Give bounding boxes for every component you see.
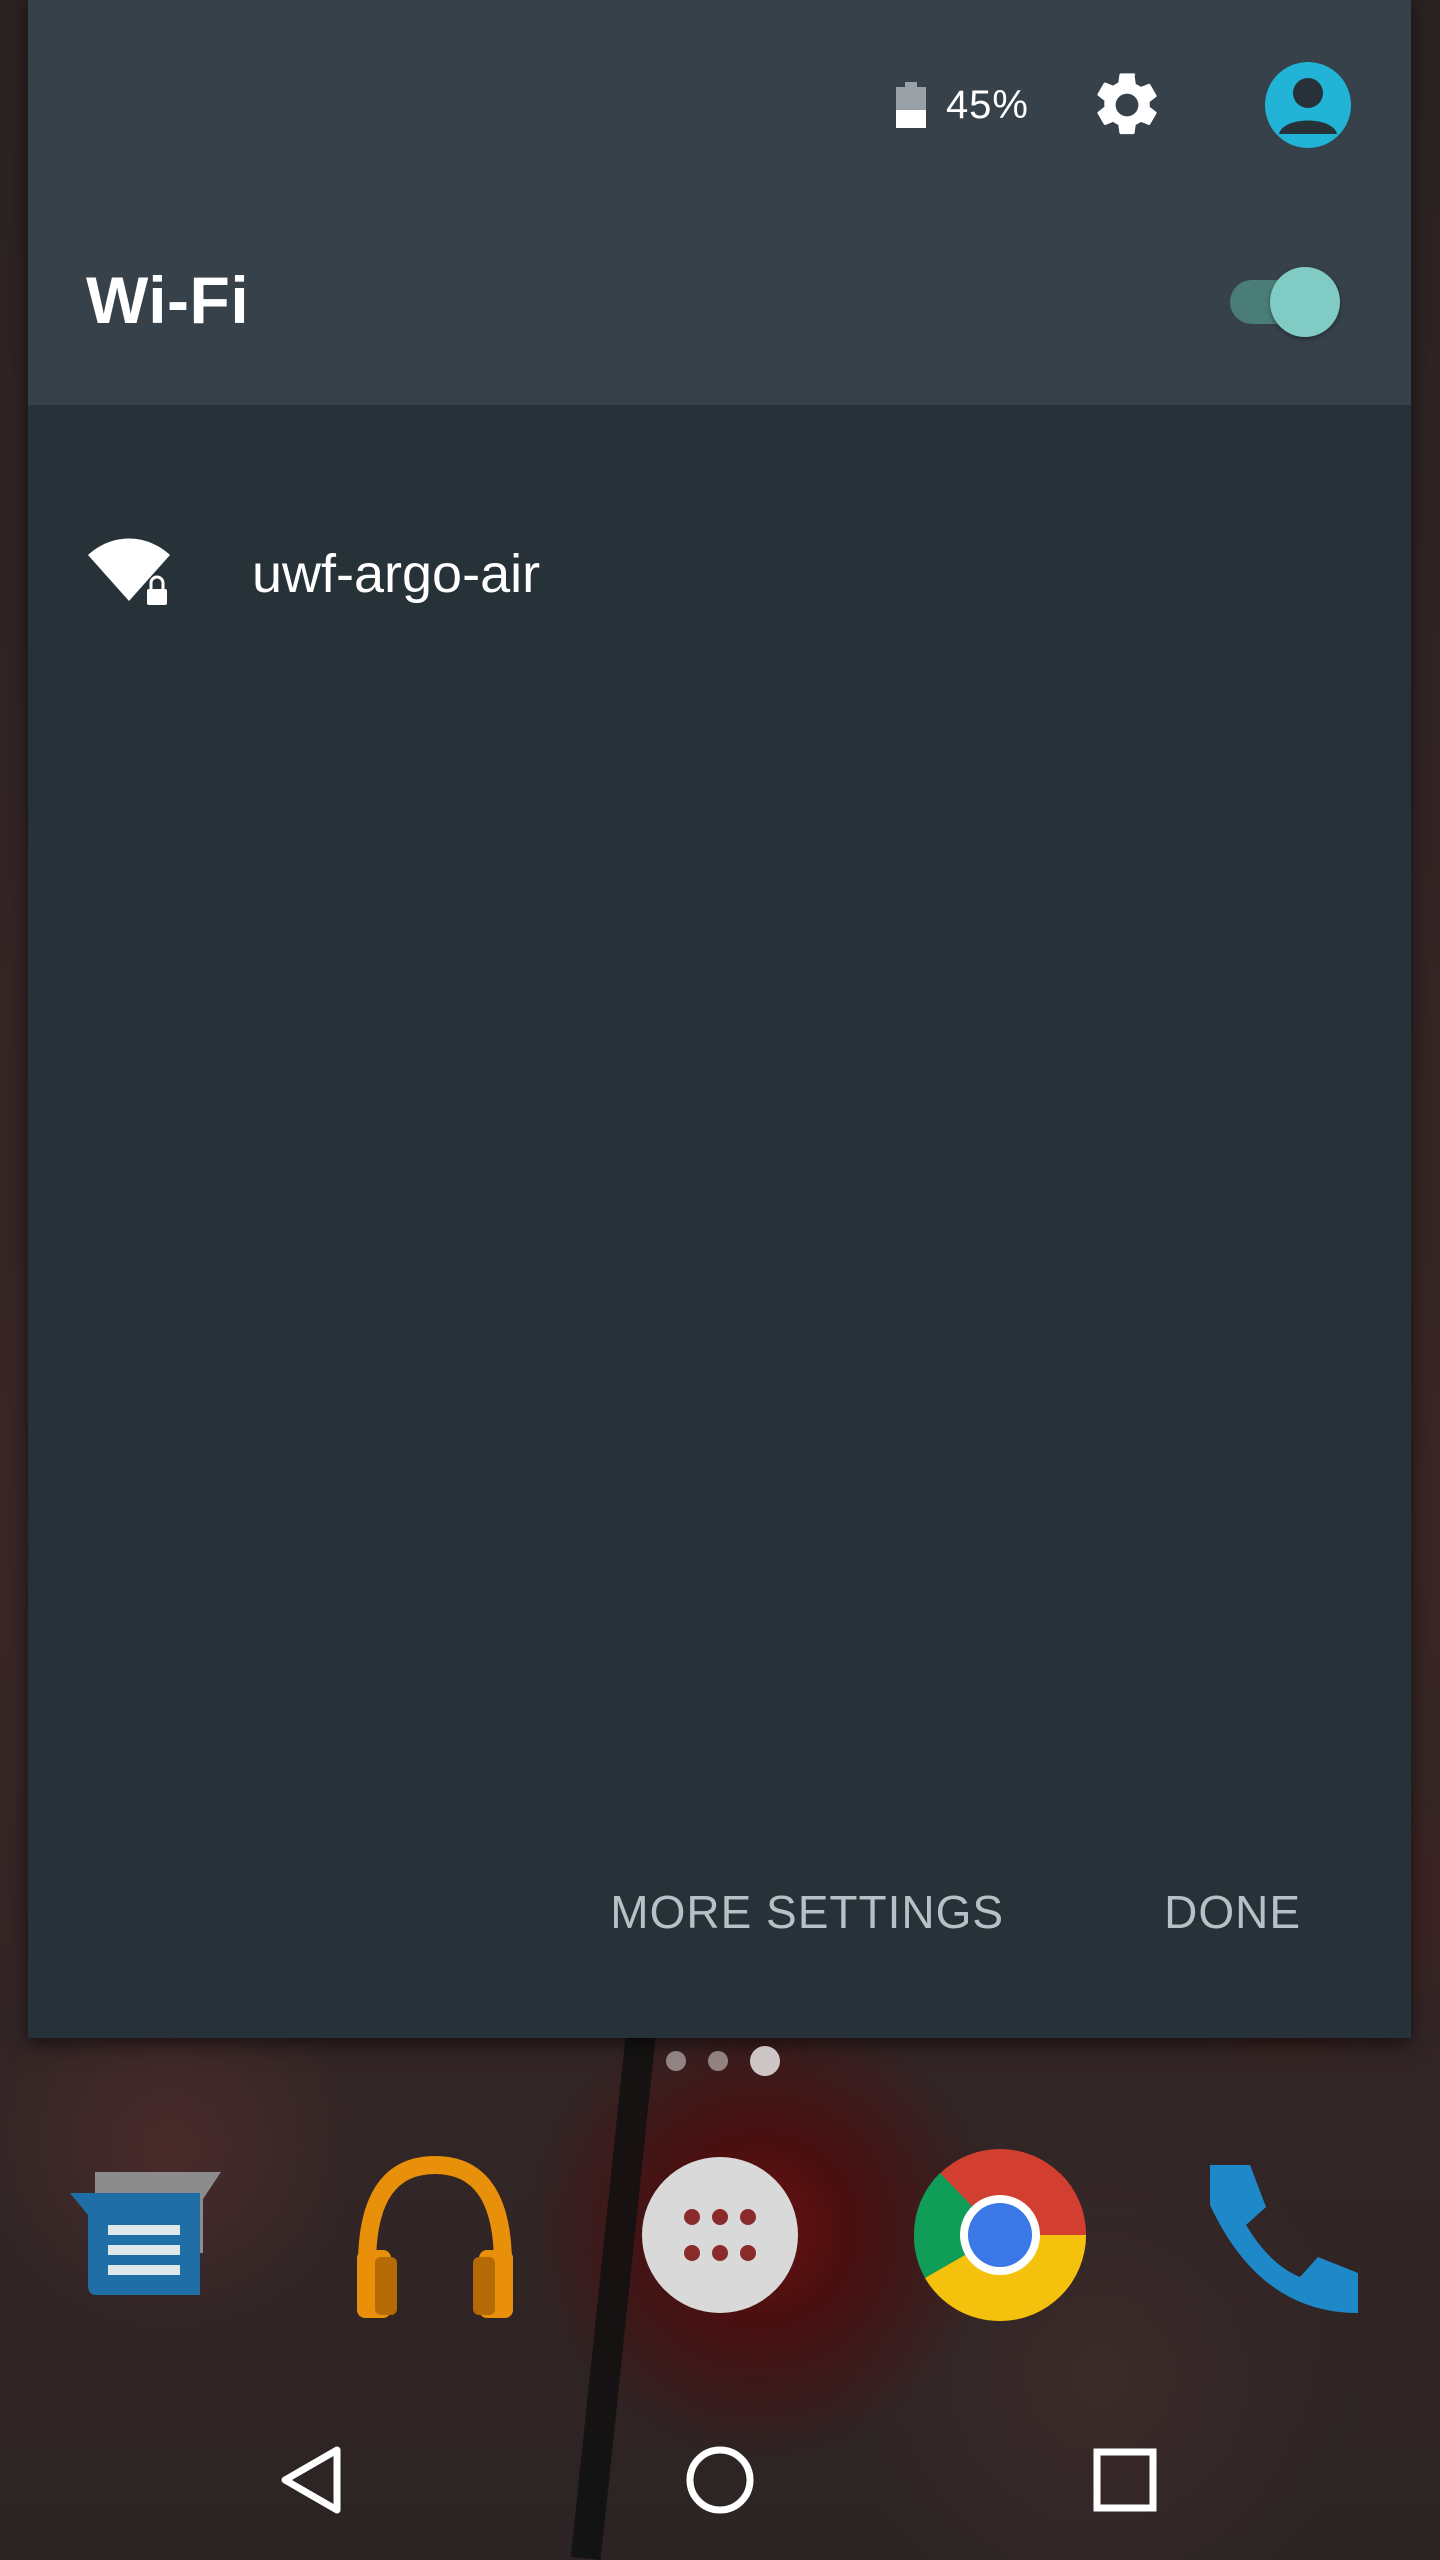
account-icon[interactable] [1265, 62, 1351, 148]
page-dot [708, 2051, 728, 2071]
app-drawer-icon[interactable] [630, 2145, 810, 2325]
phone-icon[interactable] [1190, 2145, 1370, 2325]
panel-header: 45% Wi-Fi [28, 0, 1411, 405]
page-dot [666, 2051, 686, 2071]
home-icon[interactable] [680, 2440, 760, 2520]
battery-percent: 45% [945, 82, 1029, 127]
network-item-uwf-argo-air[interactable]: uwf-argo-air [28, 515, 1411, 635]
done-button[interactable]: DONE [1164, 1875, 1301, 1949]
dock [0, 2135, 1440, 2335]
battery-icon [895, 82, 926, 128]
panel-actions: MORE SETTINGS DONE [610, 1875, 1301, 1949]
more-settings-button[interactable]: MORE SETTINGS [610, 1875, 1004, 1949]
wifi-quick-settings-panel: 45% Wi-Fi uwf-argo-air MORE SETTINGS DON… [28, 0, 1411, 2038]
network-name: uwf-argo-air [252, 544, 541, 604]
wifi-toggle[interactable] [1228, 265, 1346, 339]
back-icon[interactable] [275, 2440, 355, 2520]
recents-icon[interactable] [1085, 2440, 1165, 2520]
page-dot-active [750, 2046, 780, 2076]
chrome-icon[interactable] [910, 2145, 1090, 2325]
page-indicator [666, 2046, 780, 2076]
messenger-icon[interactable] [60, 2145, 240, 2325]
wifi-lock-icon [84, 537, 174, 611]
wifi-toggle-thumb [1270, 267, 1340, 337]
play-music-icon[interactable] [345, 2145, 525, 2325]
wifi-title: Wi-Fi [86, 263, 250, 337]
gear-icon[interactable] [1089, 67, 1165, 143]
battery-indicator[interactable]: 45% [895, 82, 1029, 128]
navigation-bar [0, 2400, 1440, 2560]
status-row: 45% [895, 60, 1351, 150]
